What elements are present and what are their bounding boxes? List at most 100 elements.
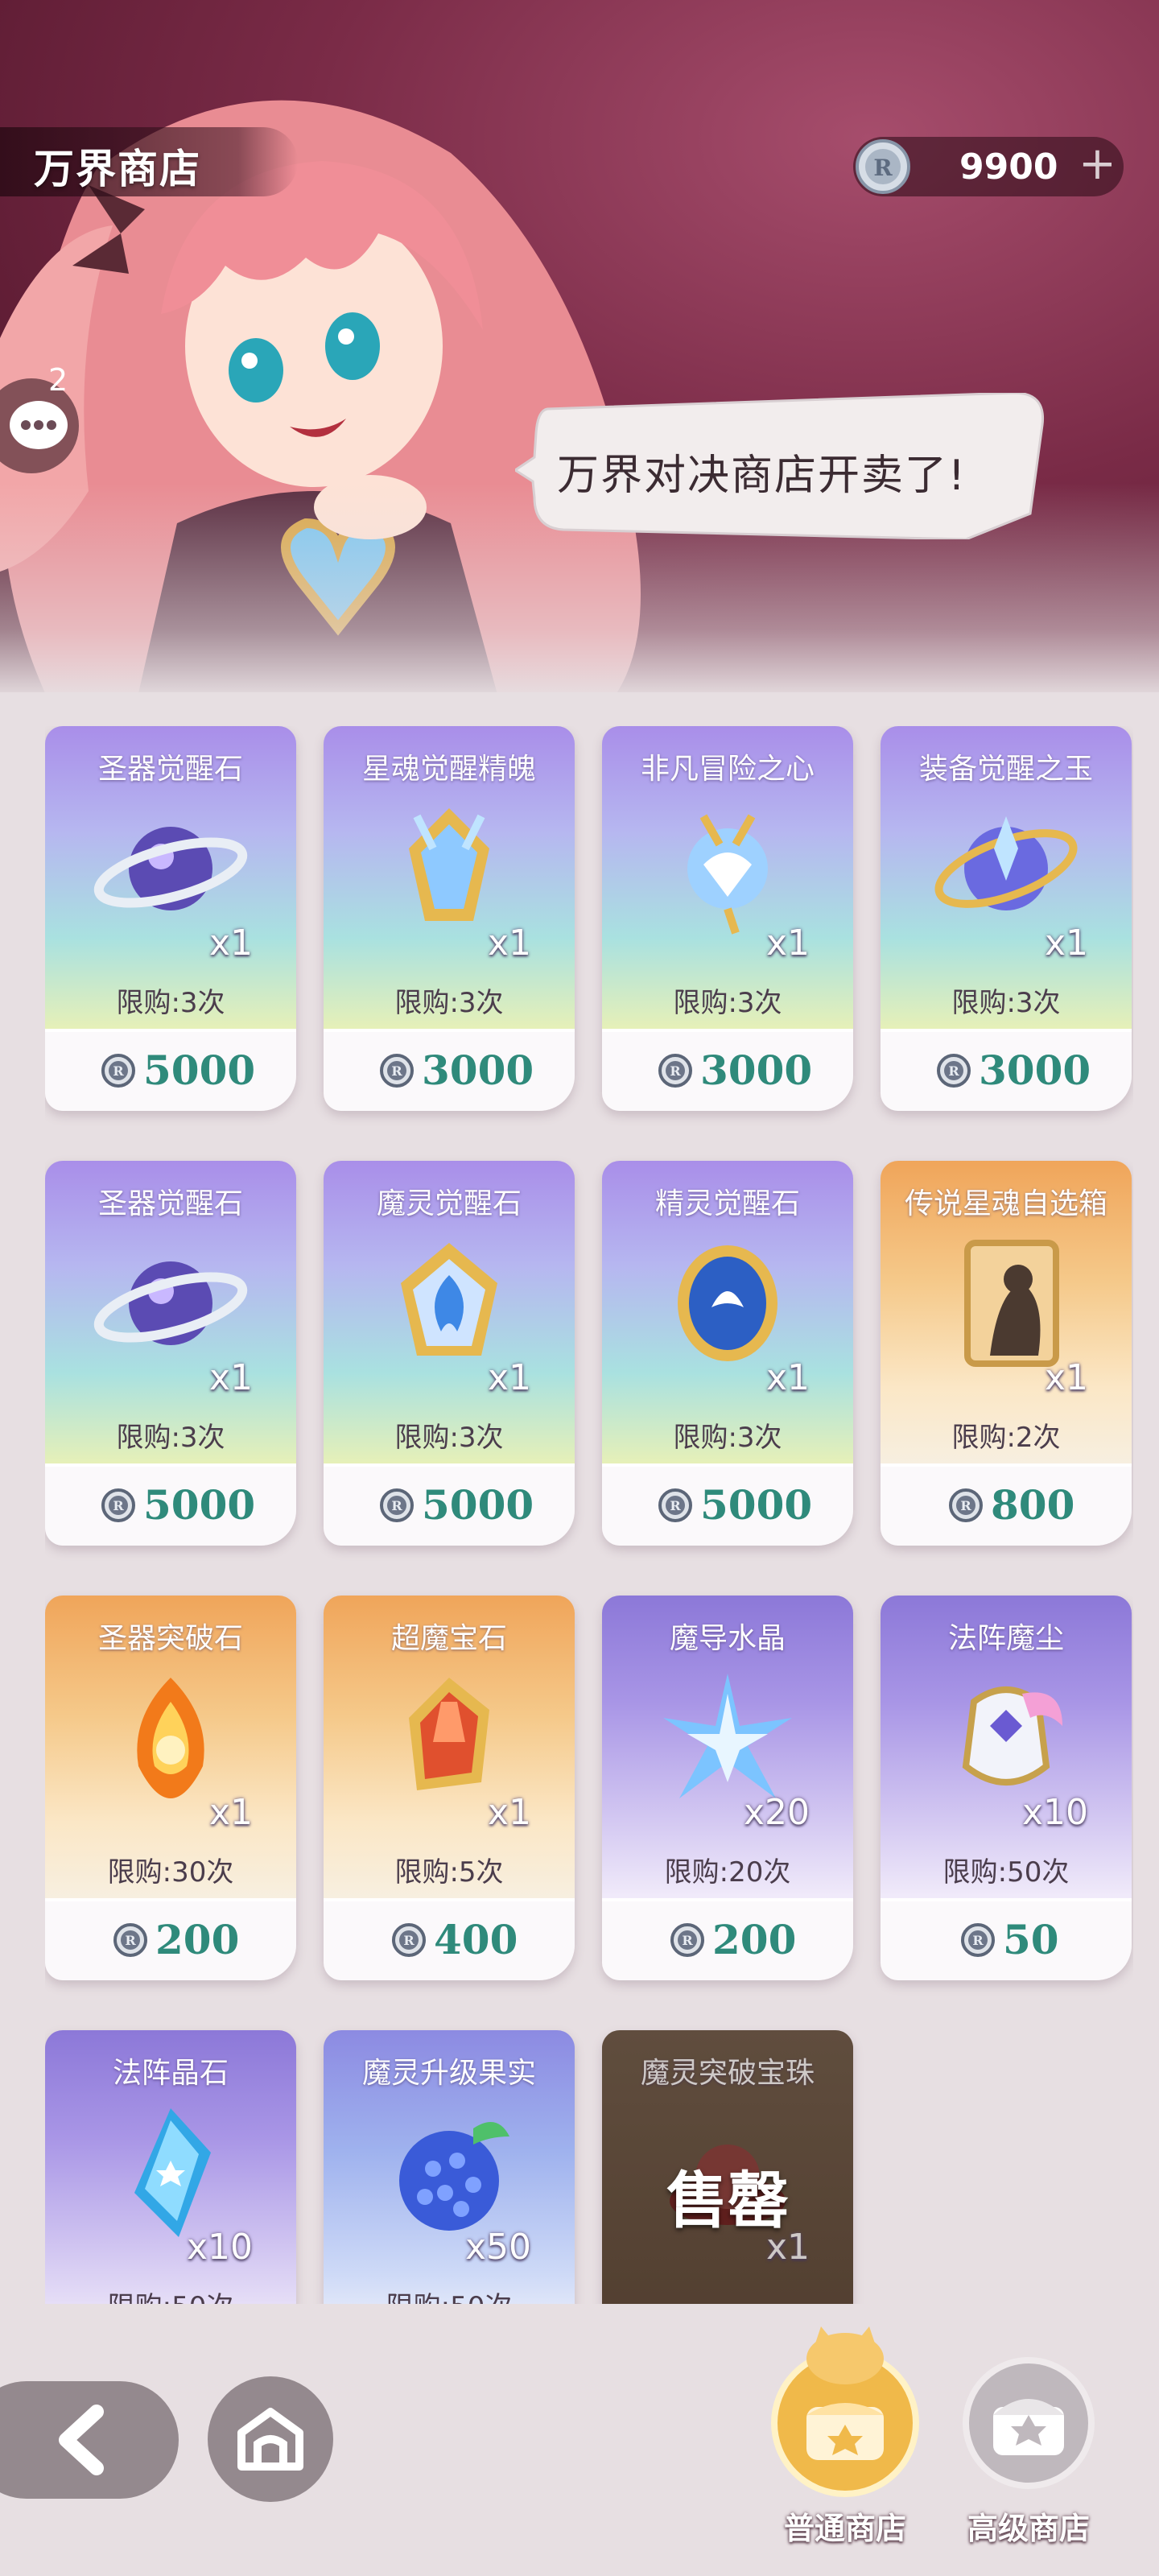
tab-advanced-shop[interactable]: 高级商店 (948, 2334, 1109, 2560)
silver-coin-icon: R (670, 1923, 704, 1957)
price-bar: R 5000 (324, 1463, 575, 1546)
item-name: 圣器突破石 (97, 1622, 243, 1655)
item-quantity: x1 (1044, 1357, 1088, 1398)
svg-text:R: R (960, 1498, 971, 1513)
item-quantity: x1 (1044, 923, 1088, 964)
silver-coin-icon: R (380, 1054, 414, 1088)
purchase-limit: 限购:3次 (673, 1422, 782, 1454)
svg-text:R: R (670, 1063, 681, 1079)
price-bar: R 5000 (45, 1463, 296, 1546)
shop-item-card[interactable]: 超魔宝石 x1 限购:5次 R 400 (324, 1596, 575, 1980)
silver-coin-icon: R (658, 1054, 692, 1088)
shop-item-card[interactable]: 非凡冒险之心 x1 限购:3次 R 3000 (602, 726, 853, 1111)
item-name: 圣器觉醒石 (97, 1187, 243, 1220)
item-quantity: x1 (765, 923, 810, 964)
shop-item-card[interactable]: 星魂觉醒精魄 x1 限购:3次 R 3000 (324, 726, 575, 1111)
purchase-limit: 限购:3次 (394, 1422, 504, 1454)
svg-text:R: R (972, 1933, 984, 1948)
crystal-crest-icon (409, 808, 489, 921)
silver-coin-icon: R (961, 1923, 995, 1957)
shop-item-card[interactable]: 魔灵觉醒石 x1 限购:3次 R 5000 (324, 1161, 575, 1546)
item-name: 装备觉醒之玉 (918, 753, 1093, 786)
item-name: 圣器觉醒石 (97, 753, 243, 786)
home-button[interactable] (208, 2376, 333, 2502)
mirror-gem-icon (678, 1245, 777, 1361)
svg-text:R: R (682, 1933, 693, 1948)
shop-item-card[interactable]: 圣器突破石 x1 限购:30次 R 200 (45, 1596, 296, 1980)
silver-coin-icon: R (949, 1488, 983, 1522)
price-bar: R 400 (324, 1898, 575, 1980)
silver-coin-icon: R (101, 1054, 135, 1088)
silver-coin-icon: R (380, 1488, 414, 1522)
home-icon (237, 2408, 303, 2471)
fire-emblem-icon (137, 1678, 204, 1798)
item-name: 精灵觉醒石 (654, 1187, 800, 1220)
item-name: 星魂觉醒精魄 (361, 753, 536, 786)
shop-item-card[interactable]: 魔导水晶 x20 限购:20次 R 200 (602, 1596, 853, 1980)
advanced-chest-icon (963, 2357, 1095, 2489)
svg-text:R: R (113, 1063, 124, 1079)
shop-item-card[interactable]: 圣器觉醒石 x1 限购:3次 R 5000 (45, 726, 296, 1111)
shop-item-card[interactable]: 精灵觉醒石 x1 限购:3次 R 5000 (602, 1161, 853, 1546)
svg-text:R: R (403, 1933, 415, 1948)
svg-text:R: R (113, 1498, 124, 1513)
price-bar: R 3000 (602, 1029, 853, 1111)
tab-normal-shop[interactable]: 普通商店 (765, 2318, 926, 2560)
back-button[interactable] (0, 2381, 179, 2499)
purchase-limit: 限购:5次 (394, 1856, 504, 1889)
page-title: 万界商店 (34, 145, 201, 192)
orb-icon (93, 1261, 248, 1345)
silver-coin-icon: R (101, 1488, 135, 1522)
shop-item-card[interactable]: 装备觉醒之玉 x1 限购:3次 R 3000 (881, 726, 1132, 1111)
orb-icon (93, 827, 248, 910)
purchase-limit: 限购:2次 (951, 1422, 1061, 1454)
item-name: 魔导水晶 (669, 1622, 786, 1655)
flame-gem-icon (401, 1243, 497, 1356)
silver-coin-icon: R (937, 1054, 971, 1088)
item-name: 超魔宝石 (390, 1622, 507, 1655)
sold-out-stamp: 售罄 (666, 2165, 789, 2236)
price-bar: R 200 (45, 1898, 296, 1980)
purchase-limit: 限购:20次 (664, 1856, 791, 1889)
cat-treasure-chest-icon (771, 2326, 919, 2497)
item-price: 200 (155, 1916, 240, 1963)
shop-item-card[interactable]: 魔灵突破宝珠x1R售罄 (602, 2030, 853, 2304)
item-quantity: x1 (208, 923, 253, 964)
shop-item-card[interactable]: 圣器觉醒石 x1 限购:3次 R 5000 (45, 1161, 296, 1546)
back-arrow-icon (59, 2405, 104, 2475)
price-bar: R 50 (881, 1898, 1132, 1980)
item-name: 非凡冒险之心 (640, 753, 815, 786)
blue-shard-icon (134, 2108, 211, 2237)
heart-gem-icon (687, 814, 768, 935)
purchase-limit: 限购:50次 (45, 2285, 296, 2304)
item-name: 魔灵升级果实 (361, 2057, 536, 2090)
add-currency-button[interactable]: + (1079, 138, 1116, 190)
item-price: 800 (991, 1481, 1075, 1529)
shop-item-card[interactable]: 魔灵升级果实x50限购:50次R (324, 2030, 575, 2304)
item-quantity: x1 (487, 1357, 531, 1398)
purchase-limit: 限购:3次 (394, 987, 504, 1019)
item-quantity: x20 (743, 1792, 810, 1833)
shop-item-card[interactable]: 传说星魂自选箱 x1 限购:2次 R 800 (881, 1161, 1132, 1546)
purchase-limit: 限购:50次 (942, 1856, 1070, 1889)
shop-item-card[interactable]: 法阵魔尘 x10 限购:50次 R 50 (881, 1596, 1132, 1980)
item-quantity: x1 (487, 1792, 531, 1833)
item-price: 50 (1003, 1916, 1059, 1963)
purchase-limit: 限购:3次 (116, 987, 225, 1019)
item-quantity: x1 (208, 1792, 253, 1833)
portrait-card-icon (964, 1240, 1059, 1367)
ringed-orb-icon (934, 816, 1078, 910)
item-quantity: x1 (487, 923, 531, 964)
item-name: 法阵魔尘 (947, 1622, 1064, 1655)
item-name: 法阵晶石 (112, 2057, 229, 2090)
svg-text:R: R (391, 1063, 402, 1079)
item-quantity: x1 (765, 1357, 810, 1398)
item-quantity: x10 (186, 2227, 253, 2268)
price-bar: R 3000 (324, 1029, 575, 1111)
purchase-limit: 限购:3次 (116, 1422, 225, 1454)
red-gem-icon (409, 1678, 489, 1790)
shop-item-card[interactable]: 法阵晶石x10限购:50次R (45, 2030, 296, 2304)
silver-coin-icon: R (113, 1923, 147, 1957)
purchase-limit: 限购:3次 (951, 987, 1061, 1019)
item-price: 200 (712, 1916, 797, 1963)
